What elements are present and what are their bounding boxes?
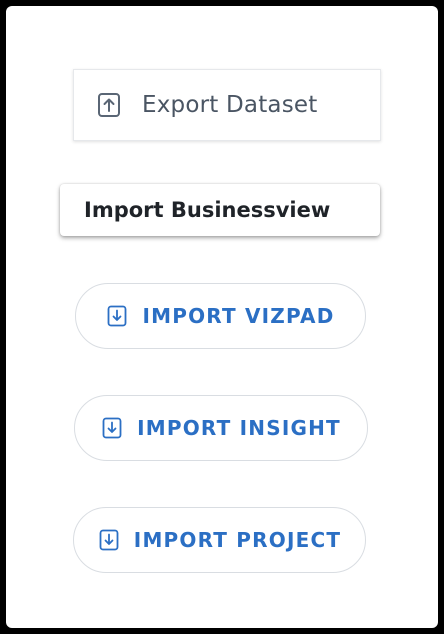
import-project-button[interactable]: IMPORT PROJECT: [73, 507, 366, 573]
download-file-icon: [106, 304, 128, 328]
upload-file-icon: [96, 92, 122, 118]
import-project-label: IMPORT PROJECT: [133, 528, 342, 552]
import-businessview-label: Import Businessview: [84, 198, 331, 222]
import-vizpad-button[interactable]: IMPORT VIZPAD: [75, 283, 366, 349]
export-dataset-button[interactable]: Export Dataset: [73, 69, 381, 141]
export-dataset-label: Export Dataset: [142, 92, 318, 118]
import-vizpad-label: IMPORT VIZPAD: [142, 304, 335, 328]
action-panel: Export Dataset Import Businessview IMPOR…: [6, 6, 438, 628]
download-file-icon: [101, 416, 123, 440]
download-file-icon: [98, 528, 120, 552]
import-insight-button[interactable]: IMPORT INSIGHT: [74, 395, 368, 461]
import-insight-label: IMPORT INSIGHT: [137, 416, 341, 440]
import-businessview-button[interactable]: Import Businessview: [60, 184, 380, 236]
